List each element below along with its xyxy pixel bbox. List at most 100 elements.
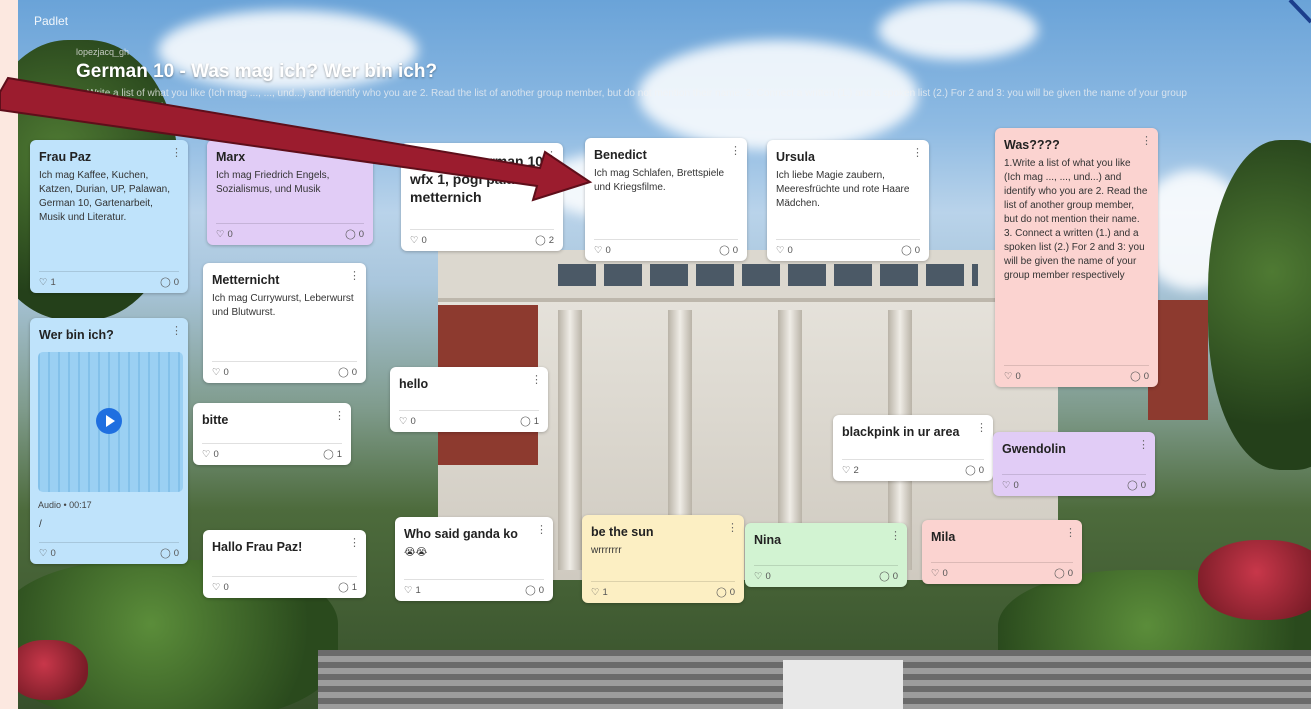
kebab-menu-icon[interactable]: ⋮ [356, 146, 367, 159]
post-card-frau-paz[interactable]: ⋮ Frau Paz Ich mag Kaffee, Kuchen, Katze… [30, 140, 188, 293]
like-button[interactable]: ♡ 0 [212, 367, 229, 378]
kebab-menu-icon[interactable]: ⋮ [890, 529, 901, 542]
post-card-metternicht[interactable]: ⋮ Metternicht Ich mag Currywurst, Leberw… [203, 263, 366, 383]
comment-icon: ◯ [525, 585, 536, 596]
post-reactions: ♡ 1 ◯ 0 [39, 271, 179, 288]
post-card-marx[interactable]: ⋮ Marx Ich mag Friedrich Engels, Soziali… [207, 140, 373, 245]
comment-button[interactable]: ◯ 0 [719, 245, 738, 256]
post-card-blackpink[interactable]: ⋮ blackpink in ur area ♡ 2 ◯ 0 [833, 415, 993, 481]
comment-button[interactable]: ◯ 1 [338, 582, 357, 593]
heart-icon: ♡ [399, 416, 408, 427]
comment-button[interactable]: ◯ 0 [525, 585, 544, 596]
comment-button[interactable]: ◯ 1 [520, 416, 539, 427]
like-button[interactable]: ♡ 0 [776, 245, 793, 256]
like-button[interactable]: ♡ 0 [216, 229, 233, 240]
comment-button[interactable]: ◯ 0 [338, 367, 357, 378]
comment-button[interactable]: ◯ 0 [965, 465, 984, 476]
kebab-menu-icon[interactable]: ⋮ [349, 536, 360, 549]
play-icon[interactable] [96, 408, 122, 434]
comment-button[interactable]: ◯ 0 [1130, 371, 1149, 382]
like-button[interactable]: ♡ 0 [754, 571, 771, 582]
post-body: 1.Write a list of what you like (Ich mag… [1004, 158, 1148, 281]
kebab-menu-icon[interactable]: ⋮ [912, 146, 923, 159]
comment-icon: ◯ [1127, 480, 1138, 491]
like-button[interactable]: ♡ 0 [410, 235, 427, 246]
post-title: Benedict [594, 148, 647, 162]
post-card-nina[interactable]: ⋮ Nina ♡ 0 ◯ 0 [745, 523, 907, 587]
like-button[interactable]: ♡ 0 [1002, 480, 1019, 491]
post-body: Ich mag Friedrich Engels, Sozialismus, u… [216, 170, 330, 195]
like-button[interactable]: ♡ 1 [591, 587, 608, 598]
like-button[interactable]: ♡ 1 [404, 585, 421, 596]
comment-button[interactable]: ◯ 2 [535, 235, 554, 246]
post-card-benedict[interactable]: ⋮ Benedict Ich mag Schlafen, Brettspiele… [585, 138, 747, 261]
like-button[interactable]: ♡ 0 [931, 568, 948, 579]
post-title: Ganda ... german 10 wfx 1, pogi pala si … [410, 153, 544, 205]
comment-icon: ◯ [719, 245, 730, 256]
comment-icon: ◯ [520, 416, 531, 427]
like-button[interactable]: ♡ 0 [39, 548, 56, 559]
comment-button[interactable]: ◯ 1 [323, 449, 342, 460]
like-button[interactable]: ♡ 0 [202, 449, 219, 460]
post-card-gwendolin[interactable]: ⋮ Gwendolin ♡ 0 ◯ 0 [993, 432, 1155, 496]
breadcrumb[interactable]: lopezjacq_gh [76, 47, 129, 57]
kebab-menu-icon[interactable]: ⋮ [536, 523, 547, 536]
post-card-who-said-ganda-ko[interactable]: ⋮ Who said ganda ko 😭😭 ♡ 1 ◯ 0 [395, 517, 553, 601]
kebab-menu-icon[interactable]: ⋮ [171, 324, 182, 337]
comment-icon: ◯ [338, 582, 349, 593]
post-title: Gwendolin [1002, 442, 1066, 456]
like-button[interactable]: ♡ 2 [842, 465, 859, 476]
comment-icon: ◯ [338, 367, 349, 378]
like-button[interactable]: ♡ 0 [399, 416, 416, 427]
comment-button[interactable]: ◯ 0 [716, 587, 735, 598]
page-title: German 10 - Was mag ich? Wer bin ich? [76, 61, 438, 82]
kebab-menu-icon[interactable]: ⋮ [546, 149, 557, 162]
like-button[interactable]: ♡ 1 [39, 277, 56, 288]
post-card-was[interactable]: ⋮ Was???? 1.Write a list of what you lik… [995, 128, 1158, 387]
kebab-menu-icon[interactable]: ⋮ [1065, 526, 1076, 539]
heart-icon: ♡ [776, 245, 785, 256]
comment-button[interactable]: ◯ 0 [901, 245, 920, 256]
comment-button[interactable]: ◯ 0 [160, 277, 179, 288]
post-reactions: ♡ 0 ◯ 1 [202, 443, 342, 460]
kebab-menu-icon[interactable]: ⋮ [1141, 134, 1152, 147]
heart-icon: ♡ [591, 587, 600, 598]
kebab-menu-icon[interactable]: ⋮ [531, 373, 542, 386]
post-card-hallo-frau-paz[interactable]: ⋮ Hallo Frau Paz! ♡ 0 ◯ 1 [203, 530, 366, 598]
like-button[interactable]: ♡ 0 [212, 582, 229, 593]
post-card-hello[interactable]: ⋮ hello ♡ 0 ◯ 1 [390, 367, 548, 432]
post-card-bitte[interactable]: ⋮ bitte ♡ 0 ◯ 1 [193, 403, 351, 465]
post-reactions: ♡ 0 ◯ 0 [931, 562, 1073, 579]
padlet-logo[interactable]: Padlet [34, 14, 68, 28]
kebab-menu-icon[interactable]: ⋮ [171, 146, 182, 159]
heart-icon: ♡ [216, 229, 225, 240]
comment-icon: ◯ [879, 571, 890, 582]
kebab-menu-icon[interactable]: ⋮ [730, 144, 741, 157]
heart-icon: ♡ [212, 367, 221, 378]
comment-button[interactable]: ◯ 0 [1054, 568, 1073, 579]
heart-icon: ♡ [594, 245, 603, 256]
post-card-mila[interactable]: ⋮ Mila ♡ 0 ◯ 0 [922, 520, 1082, 584]
like-button[interactable]: ♡ 0 [1004, 371, 1021, 382]
post-card-ganda[interactable]: ⋮ Ganda ... german 10 wfx 1, pogi pala s… [401, 143, 563, 251]
kebab-menu-icon[interactable]: ⋮ [976, 421, 987, 434]
post-card-wer-bin-ich[interactable]: ⋮ Wer bin ich? Audio • 00:17 / ♡ 0 ◯ 0 [30, 318, 188, 564]
post-title: Who said ganda ko [404, 527, 518, 541]
comment-button[interactable]: ◯ 0 [345, 229, 364, 240]
post-card-ursula[interactable]: ⋮ Ursula Ich liebe Magie zaubern, Meeres… [767, 140, 929, 261]
comment-button[interactable]: ◯ 0 [1127, 480, 1146, 491]
comment-button[interactable]: ◯ 0 [879, 571, 898, 582]
post-body: / [39, 519, 42, 530]
comment-icon: ◯ [323, 449, 334, 460]
kebab-menu-icon[interactable]: ⋮ [727, 521, 738, 534]
post-card-be-the-sun[interactable]: ⋮ be the sun wrrrrrrr ♡ 1 ◯ 0 [582, 515, 744, 603]
like-button[interactable]: ♡ 0 [594, 245, 611, 256]
board-description: 1. Write a list of what you like (Ich ma… [76, 88, 1187, 113]
audio-player[interactable] [38, 352, 183, 492]
post-title: Hallo Frau Paz! [212, 540, 303, 554]
post-body: Ich mag Schlafen, Brettspiele und Kriegs… [594, 168, 725, 193]
kebab-menu-icon[interactable]: ⋮ [334, 409, 345, 422]
kebab-menu-icon[interactable]: ⋮ [349, 269, 360, 282]
comment-button[interactable]: ◯ 0 [160, 548, 179, 559]
kebab-menu-icon[interactable]: ⋮ [1138, 438, 1149, 451]
